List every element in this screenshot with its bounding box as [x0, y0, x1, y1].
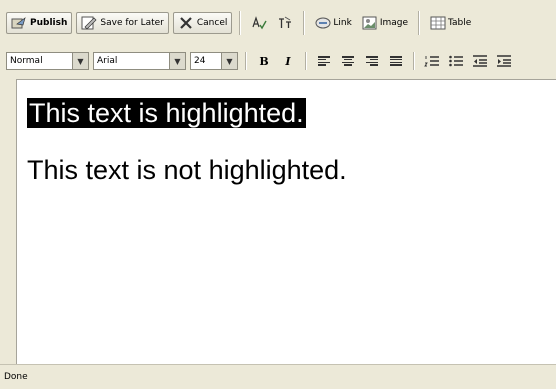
link-label: Link	[333, 18, 352, 28]
spellcheck-icon	[251, 16, 267, 30]
cancel-icon	[178, 16, 194, 30]
font-size-select[interactable]: 24 ▼	[190, 52, 238, 70]
chevron-down-icon: ▼	[221, 53, 237, 69]
indent-button[interactable]	[494, 52, 514, 70]
save-for-later-button[interactable]: Save for Later	[76, 12, 169, 34]
link-icon	[315, 16, 331, 30]
bold-button[interactable]: B	[254, 52, 274, 70]
bullet-list-button[interactable]	[446, 52, 466, 70]
chevron-down-icon: ▼	[169, 53, 185, 69]
toolbar-separator	[245, 52, 247, 70]
paragraph-style-select[interactable]: Normal ▼	[6, 52, 89, 70]
toolbar-separator	[305, 52, 307, 70]
align-left-button[interactable]	[314, 52, 334, 70]
align-center-icon	[342, 56, 354, 66]
image-button[interactable]: Image	[359, 12, 411, 34]
numbered-list-button[interactable]	[422, 52, 442, 70]
image-icon	[362, 16, 378, 30]
publish-button[interactable]: Publish	[6, 12, 73, 34]
justify-button[interactable]	[386, 52, 406, 70]
font-family-select[interactable]: Arial ▼	[93, 52, 186, 70]
font-family-value: Arial	[97, 56, 118, 66]
main-toolbar: Publish Save for Later Cancel Link Image…	[6, 0, 556, 46]
publish-icon	[11, 16, 27, 30]
table-button[interactable]: Table	[427, 12, 474, 34]
chevron-down-icon: ▼	[72, 53, 88, 69]
numbered-list-icon	[424, 54, 440, 68]
align-center-button[interactable]	[338, 52, 358, 70]
justify-icon	[390, 56, 402, 66]
publish-label: Publish	[30, 18, 68, 28]
italic-button[interactable]: I	[278, 52, 298, 70]
toolbar-separator	[303, 11, 306, 35]
image-label: Image	[379, 18, 408, 28]
table-icon	[430, 16, 446, 30]
outdent-button[interactable]	[470, 52, 490, 70]
editor-window: Publish Save for Later Cancel Link Image…	[0, 0, 556, 389]
toolbar-separator	[413, 52, 415, 70]
highlighted-paragraph[interactable]: This text is highlighted.	[27, 96, 306, 130]
bullet-list-icon	[448, 54, 464, 68]
link-button[interactable]: Link	[312, 12, 354, 34]
status-text: Done	[4, 372, 28, 382]
replace-icon	[277, 16, 293, 30]
outdent-icon	[472, 54, 488, 68]
font-size-value: 24	[194, 56, 206, 66]
indent-icon	[496, 54, 512, 68]
align-right-icon	[366, 56, 378, 66]
align-left-icon	[318, 56, 330, 66]
align-right-button[interactable]	[362, 52, 382, 70]
cancel-label: Cancel	[196, 18, 228, 28]
editor-content-area[interactable]: This text is highlighted. This text is n…	[16, 79, 556, 364]
cancel-button[interactable]: Cancel	[172, 12, 233, 34]
format-toolbar: Normal ▼ Arial ▼ 24 ▼ B I	[6, 49, 556, 73]
replace-button[interactable]	[274, 12, 296, 34]
toolbar-separator	[418, 11, 420, 35]
paragraph-style-value: Normal	[10, 56, 43, 66]
highlighted-text[interactable]: This text is highlighted.	[27, 98, 306, 128]
status-bar: Done	[0, 364, 556, 389]
plain-paragraph[interactable]: This text is not highlighted.	[27, 153, 347, 187]
save-icon	[81, 16, 97, 30]
toolbar-separator	[239, 11, 242, 35]
save-for-later-label: Save for Later	[100, 18, 164, 28]
spellcheck-button[interactable]	[248, 12, 270, 34]
table-label: Table	[448, 18, 472, 28]
